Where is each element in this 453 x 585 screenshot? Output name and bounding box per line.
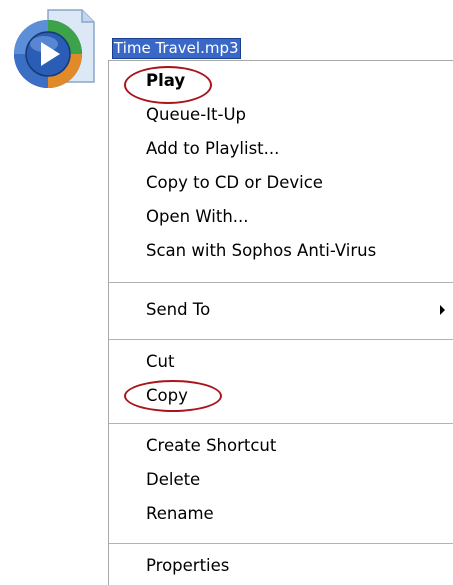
menu-label: Rename — [146, 504, 214, 523]
menu-label: Cut — [146, 352, 175, 371]
menu-item-copy-to-cd[interactable]: Copy to CD or Device — [109, 166, 453, 200]
context-menu: Play Queue-It-Up Add to Playlist... Copy… — [108, 60, 453, 585]
menu-label: Open With... — [146, 207, 249, 226]
menu-item-create-shortcut[interactable]: Create Shortcut — [109, 429, 453, 463]
menu-label: Delete — [146, 470, 201, 489]
menu-label: Send To — [146, 300, 211, 319]
menu-separator — [109, 543, 453, 544]
menu-label: Add to Playlist... — [146, 139, 280, 158]
menu-item-open-with[interactable]: Open With... — [109, 200, 453, 234]
menu-item-scan-sophos[interactable]: Scan with Sophos Anti-Virus — [109, 234, 453, 268]
menu-item-cut[interactable]: Cut — [109, 345, 453, 379]
copy-annotation-ellipse — [124, 380, 222, 412]
menu-item-send-to[interactable]: Send To — [109, 293, 453, 327]
menu-separator — [109, 423, 453, 424]
menu-label: Properties — [146, 556, 230, 575]
file-name-label[interactable]: Time Travel.mp3 — [112, 38, 241, 59]
menu-item-add-to-playlist[interactable]: Add to Playlist... — [109, 132, 453, 166]
menu-item-delete[interactable]: Delete — [109, 463, 453, 497]
menu-item-properties[interactable]: Properties — [109, 549, 453, 583]
menu-separator — [109, 339, 453, 340]
submenu-arrow-icon — [440, 305, 445, 315]
menu-item-rename[interactable]: Rename — [109, 497, 453, 531]
menu-separator — [109, 282, 453, 283]
desktop: Time Travel.mp3 Play Queue-It-Up Add to … — [0, 0, 453, 585]
menu-label: Copy to CD or Device — [146, 173, 323, 192]
menu-label: Create Shortcut — [146, 436, 277, 455]
menu-label: Scan with Sophos Anti-Virus — [146, 241, 377, 260]
windows-media-player-icon[interactable] — [8, 4, 96, 96]
play-annotation-ellipse — [124, 66, 212, 104]
